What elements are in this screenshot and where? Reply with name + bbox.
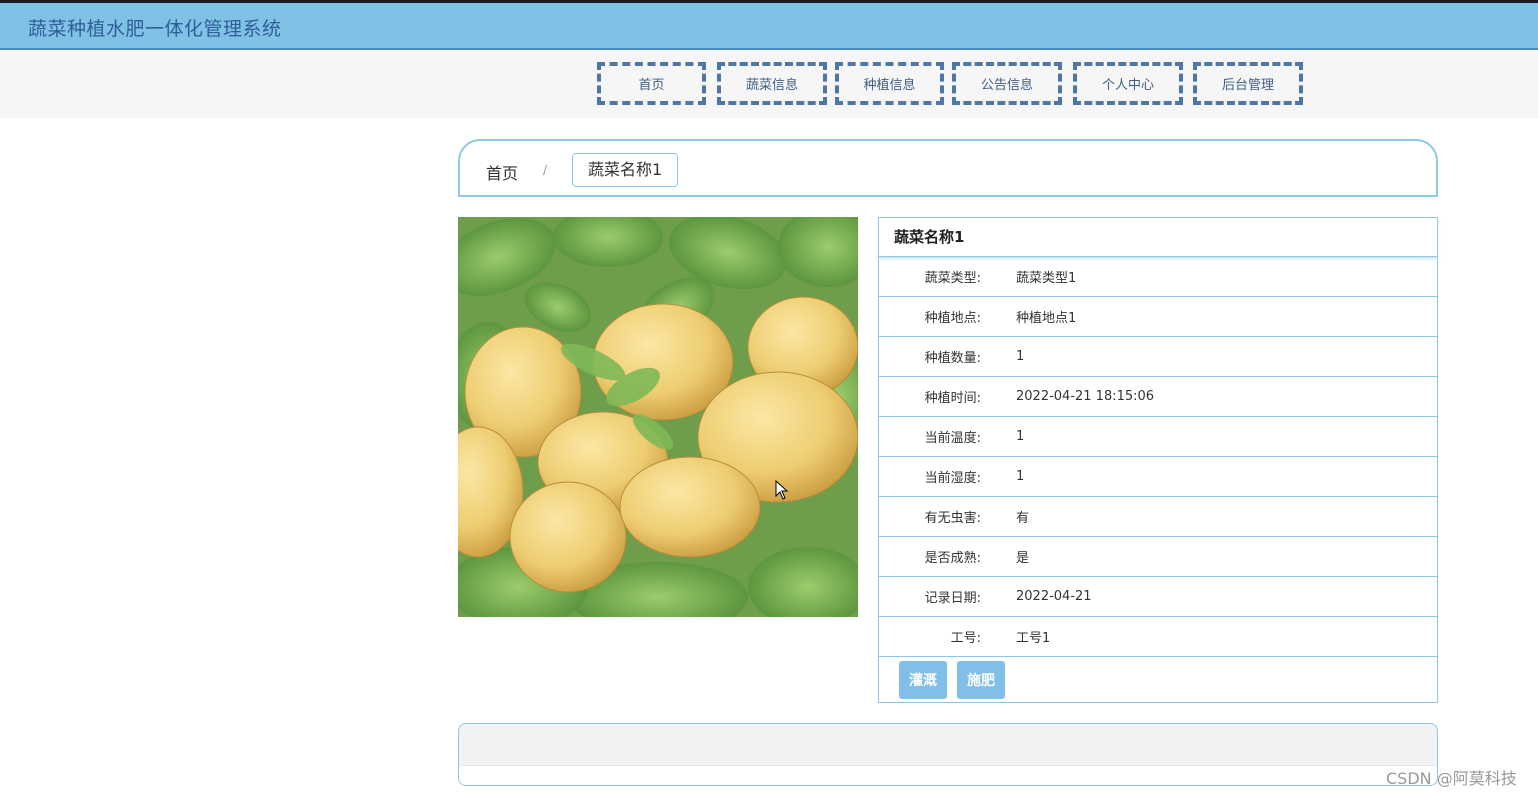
detail-row: 工号: 工号1 bbox=[879, 617, 1437, 657]
detail-title: 蔬菜名称1 bbox=[879, 218, 1437, 257]
detail-label: 种植数量: bbox=[924, 351, 981, 366]
detail-row: 种植地点: 种植地点1 bbox=[879, 297, 1437, 337]
detail-row: 记录日期: 2022-04-21 bbox=[879, 577, 1437, 617]
detail-value: 1 bbox=[1016, 469, 1025, 484]
detail-label: 记录日期: bbox=[924, 591, 981, 606]
detail-row: 当前温度: 1 bbox=[879, 417, 1437, 457]
app-header: 蔬菜种植水肥一体化管理系统 bbox=[0, 3, 1538, 50]
irrigate-button[interactable]: 灌溉 bbox=[899, 661, 947, 699]
detail-value: 2022-04-21 18:15:06 bbox=[1016, 389, 1155, 404]
breadcrumb: 首页 / 蔬菜名称1 bbox=[458, 139, 1438, 197]
detail-row: 种植数量: 1 bbox=[879, 337, 1437, 377]
detail-label: 蔬菜类型: bbox=[924, 271, 981, 286]
comment-section bbox=[458, 723, 1438, 786]
detail-value: 工号1 bbox=[1016, 631, 1051, 646]
detail-label: 当前湿度: bbox=[924, 471, 981, 486]
detail-label: 种植时间: bbox=[924, 391, 981, 406]
vegetable-photo bbox=[458, 217, 858, 617]
potato-image bbox=[458, 217, 858, 617]
nav-item-admin[interactable]: 后台管理 bbox=[1193, 62, 1303, 105]
detail-label: 是否成熟: bbox=[924, 551, 981, 566]
detail-value: 种植地点1 bbox=[1016, 311, 1077, 326]
detail-row: 种植时间: 2022-04-21 18:15:06 bbox=[879, 377, 1437, 417]
app-title: 蔬菜种植水肥一体化管理系统 bbox=[28, 18, 282, 40]
nav-item-announcements[interactable]: 公告信息 bbox=[952, 62, 1062, 105]
vegetable-detail-panel: 蔬菜名称1 蔬菜类型: 蔬菜类型1 种植地点: 种植地点1 种植数量: 1 种植时间:… bbox=[878, 217, 1438, 703]
main-nav: 首页 蔬菜信息 种植信息 公告信息 个人中心 后台管理 bbox=[597, 62, 1313, 105]
breadcrumb-home-link[interactable]: 首页 bbox=[486, 160, 518, 184]
mouse-cursor-icon bbox=[775, 480, 789, 500]
comment-section-body bbox=[459, 765, 1437, 785]
detail-value: 有 bbox=[1016, 511, 1030, 526]
detail-value: 2022-04-21 bbox=[1016, 589, 1092, 604]
detail-value: 是 bbox=[1016, 551, 1030, 566]
detail-row: 有无虫害: 有 bbox=[879, 497, 1437, 537]
detail-row: 是否成熟: 是 bbox=[879, 537, 1437, 577]
nav-item-vegetable-info[interactable]: 蔬菜信息 bbox=[717, 62, 827, 105]
detail-label: 当前温度: bbox=[924, 431, 981, 446]
detail-label: 种植地点: bbox=[924, 311, 981, 326]
nav-item-planting-info[interactable]: 种植信息 bbox=[835, 62, 944, 105]
detail-row: 蔬菜类型: 蔬菜类型1 bbox=[879, 257, 1437, 297]
breadcrumb-current: 蔬菜名称1 bbox=[572, 153, 679, 187]
detail-value: 1 bbox=[1016, 349, 1025, 364]
nav-item-personal-center[interactable]: 个人中心 bbox=[1073, 62, 1183, 105]
watermark: CSDN @阿莫科技 bbox=[1386, 769, 1517, 788]
detail-label: 有无虫害: bbox=[924, 511, 981, 526]
breadcrumb-separator: / bbox=[543, 163, 548, 177]
fertilize-button[interactable]: 施肥 bbox=[957, 661, 1005, 699]
detail-row: 当前湿度: 1 bbox=[879, 457, 1437, 497]
detail-value: 1 bbox=[1016, 429, 1025, 444]
detail-value: 蔬菜类型1 bbox=[1016, 271, 1077, 286]
detail-actions: 灌溉 施肥 bbox=[879, 657, 1437, 703]
nav-item-home[interactable]: 首页 bbox=[597, 62, 706, 105]
detail-label: 工号: bbox=[950, 631, 981, 646]
